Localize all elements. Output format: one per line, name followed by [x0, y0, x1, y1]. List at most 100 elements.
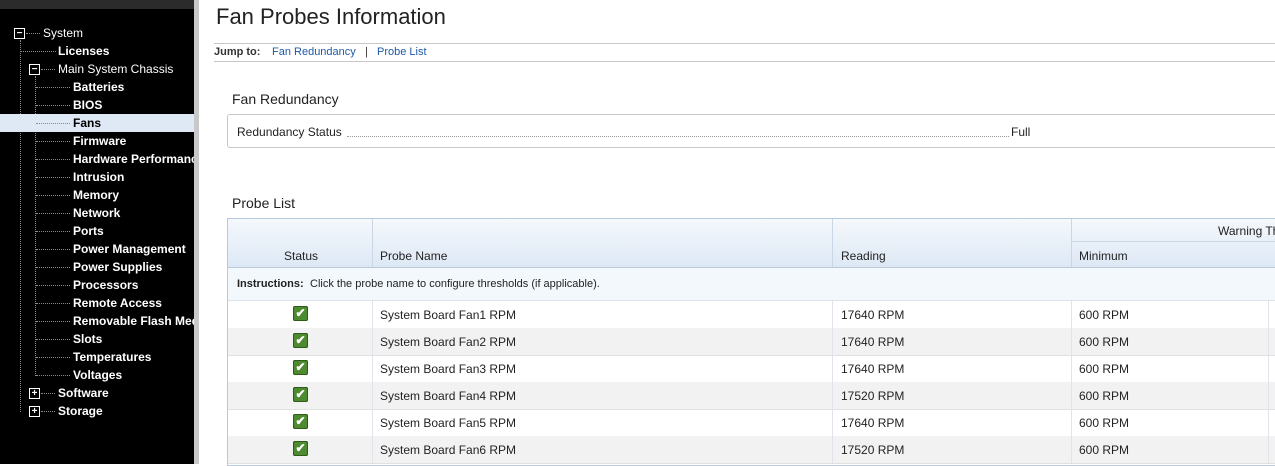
- tree-item-storage[interactable]: + Storage: [0, 402, 194, 420]
- tree-item-memory[interactable]: Memory: [0, 186, 194, 204]
- check-icon: ✔: [293, 414, 308, 429]
- tree-line: [36, 267, 70, 268]
- cell-divider: [1071, 409, 1072, 436]
- redundancy-status-value: Full: [1011, 125, 1031, 139]
- check-icon: ✔: [293, 333, 308, 348]
- tree-item-remote-access[interactable]: Remote Access: [0, 294, 194, 312]
- tree-item-intrusion[interactable]: Intrusion: [0, 168, 194, 186]
- tree-item-slots[interactable]: Slots: [0, 330, 194, 348]
- tree-item-label: Power Supplies: [73, 260, 163, 274]
- cell-divider: [372, 301, 373, 328]
- column-divider: [372, 219, 373, 267]
- tree-line: [36, 87, 70, 88]
- tree-line: [36, 375, 70, 376]
- redundancy-status-label: Redundancy Status: [237, 125, 342, 139]
- tree-item-ports[interactable]: Ports: [0, 222, 194, 240]
- collapse-icon[interactable]: −: [29, 64, 40, 75]
- instructions-text: Click the probe name to configure thresh…: [310, 278, 600, 290]
- tree-item-removable-flash-med[interactable]: Removable Flash Med: [0, 312, 194, 330]
- instructions-label: Instructions:: [237, 278, 304, 290]
- sidebar-top-strip: [0, 0, 194, 9]
- tree-item-label: Network: [73, 206, 121, 220]
- tree-item-batteries[interactable]: Batteries: [0, 78, 194, 96]
- tree-item-licenses[interactable]: Licenses: [0, 42, 194, 60]
- cell-divider: [1071, 328, 1072, 355]
- probe-name-link[interactable]: System Board Fan1 RPM: [380, 308, 516, 322]
- jump-link-fan-redundancy[interactable]: Fan Redundancy: [272, 44, 356, 60]
- column-header-reading[interactable]: Reading: [841, 249, 886, 263]
- navigation-tree: − System Licenses − Main System Chassis …: [0, 0, 194, 464]
- tree-item-label: Voltages: [73, 368, 123, 382]
- tree-item-power-supplies[interactable]: Power Supplies: [0, 258, 194, 276]
- jump-link-probe-list[interactable]: Probe List: [377, 44, 427, 60]
- probe-name-link[interactable]: System Board Fan4 RPM: [380, 389, 516, 403]
- tree-item-main-system-chassis[interactable]: − Main System Chassis: [0, 60, 194, 78]
- tree-item-label: Hardware Performanc: [73, 152, 194, 166]
- probe-reading: 17640 RPM: [841, 416, 905, 430]
- tree-item-system[interactable]: − System: [0, 24, 194, 42]
- tree-item-power-management[interactable]: Power Management: [0, 240, 194, 258]
- cell-divider: [832, 301, 833, 328]
- probe-name-link[interactable]: System Board Fan6 RPM: [380, 443, 516, 457]
- cell-divider: [1268, 328, 1269, 355]
- page-title: Fan Probes Information: [216, 4, 446, 29]
- cell-divider: [832, 382, 833, 409]
- check-icon: ✔: [293, 360, 308, 375]
- probe-minimum: 600 RPM: [1079, 443, 1130, 457]
- column-header-probe-name[interactable]: Probe Name: [380, 249, 447, 263]
- expand-icon[interactable]: +: [29, 388, 40, 399]
- check-icon: ✔: [293, 441, 308, 456]
- probe-minimum: 600 RPM: [1079, 335, 1130, 349]
- tree-item-label: Main System Chassis: [58, 62, 174, 76]
- tree-item-hardware-performanc[interactable]: Hardware Performanc: [0, 150, 194, 168]
- table-row: ✔ System Board Fan4 RPM 17520 RPM 600 RPM: [228, 382, 1275, 410]
- tree-item-label: Fans: [73, 116, 102, 130]
- tree-item-label: Software: [58, 386, 109, 400]
- cell-divider: [1268, 409, 1269, 436]
- cell-divider: [832, 409, 833, 436]
- cell-divider: [372, 382, 373, 409]
- cell-divider: [372, 436, 373, 463]
- cell-divider: [1071, 436, 1072, 463]
- tree-line: [36, 231, 70, 232]
- tree-item-label: Memory: [73, 188, 120, 202]
- table-row: ✔ System Board Fan2 RPM 17640 RPM 600 RPM: [228, 328, 1275, 356]
- tree-item-firmware[interactable]: Firmware: [0, 132, 194, 150]
- tree-line: [36, 249, 70, 250]
- tree-item-fans[interactable]: Fans: [0, 114, 194, 132]
- tree-item-label: Remote Access: [73, 296, 162, 310]
- cell-divider: [1268, 301, 1269, 328]
- tree-item-bios[interactable]: BIOS: [0, 96, 194, 114]
- probe-name-link[interactable]: System Board Fan2 RPM: [380, 335, 516, 349]
- cell-divider: [1268, 355, 1269, 382]
- probe-name-link[interactable]: System Board Fan3 RPM: [380, 362, 516, 376]
- probe-minimum: 600 RPM: [1079, 389, 1130, 403]
- tree-item-label: Processors: [73, 278, 139, 292]
- probe-reading: 17520 RPM: [841, 443, 905, 457]
- cell-divider: [1268, 382, 1269, 409]
- tree-item-network[interactable]: Network: [0, 204, 194, 222]
- tree-line: [36, 141, 70, 142]
- tree-item-label: Firmware: [73, 134, 127, 148]
- tree-line: [36, 285, 70, 286]
- tree-line: [36, 339, 70, 340]
- column-header-status[interactable]: Status: [284, 249, 318, 263]
- probe-name-link[interactable]: System Board Fan5 RPM: [380, 416, 516, 430]
- collapse-icon[interactable]: −: [14, 28, 25, 39]
- expand-icon[interactable]: +: [29, 406, 40, 417]
- tree-item-processors[interactable]: Processors: [0, 276, 194, 294]
- tree-line: [36, 321, 70, 322]
- tree-item-label: Storage: [58, 404, 103, 418]
- tree-line: [36, 123, 70, 124]
- cell-divider: [832, 436, 833, 463]
- column-header-minimum[interactable]: Minimum: [1079, 249, 1128, 263]
- tree-item-voltages[interactable]: Voltages: [0, 366, 194, 384]
- cell-divider: [1071, 355, 1072, 382]
- probe-minimum: 600 RPM: [1079, 362, 1130, 376]
- tree-item-temperatures[interactable]: Temperatures: [0, 348, 194, 366]
- table-row: ✔ System Board Fan5 RPM 17640 RPM 600 RPM: [228, 409, 1275, 437]
- tree-item-label: Licenses: [58, 44, 110, 58]
- cell-divider: [1071, 382, 1072, 409]
- instructions-bar: Instructions: Click the probe name to co…: [228, 268, 1275, 301]
- tree-item-software[interactable]: + Software: [0, 384, 194, 402]
